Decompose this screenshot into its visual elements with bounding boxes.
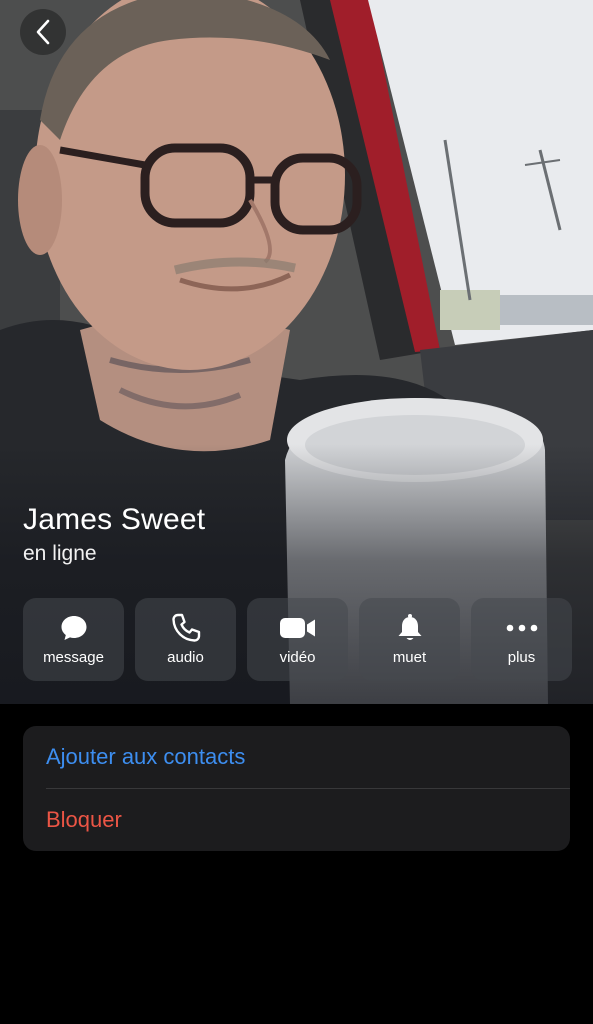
bell-icon [398, 614, 421, 640]
message-label: message [43, 649, 104, 666]
more-button[interactable]: plus [471, 598, 572, 681]
action-bar: message audio vidéo muet plus [23, 598, 572, 681]
profile-header: James Sweet en ligne message audio vidéo… [0, 0, 593, 704]
phone-icon [171, 613, 200, 642]
contact-options-card: Ajouter aux contacts Bloquer [23, 726, 570, 851]
video-button[interactable]: vidéo [247, 598, 348, 681]
audio-button[interactable]: audio [135, 598, 236, 681]
mute-button[interactable]: muet [359, 598, 460, 681]
audio-label: audio [167, 649, 204, 666]
message-button[interactable]: message [23, 598, 124, 681]
video-camera-icon [279, 618, 315, 638]
more-label: plus [507, 649, 536, 666]
contact-status: en ligne [23, 542, 97, 565]
more-dots-icon [506, 624, 537, 632]
block-row[interactable]: Bloquer [23, 789, 570, 851]
mute-label: muet [392, 649, 427, 666]
back-button[interactable] [20, 9, 66, 55]
chevron-left-icon [36, 19, 50, 45]
video-label: vidéo [279, 649, 316, 666]
block-label: Bloquer [46, 807, 122, 832]
message-bubble-icon [61, 616, 86, 640]
contact-name: James Sweet [23, 503, 206, 536]
add-to-contacts-label: Ajouter aux contacts [46, 744, 246, 769]
add-to-contacts-row[interactable]: Ajouter aux contacts [23, 726, 570, 788]
